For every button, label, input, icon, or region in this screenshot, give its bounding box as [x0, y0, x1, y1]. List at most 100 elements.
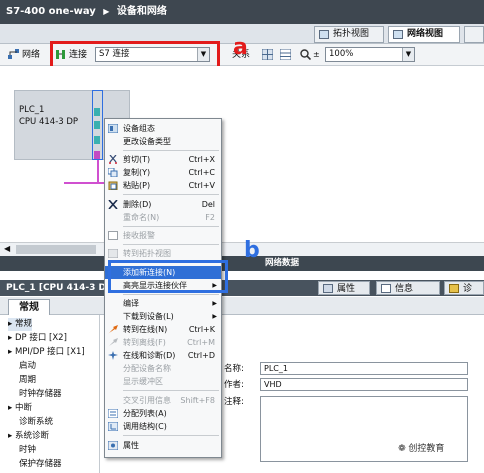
- nav-arrow-icon: ▸: [8, 333, 15, 343]
- nav-item-protection-memory[interactable]: 保护存储器: [8, 458, 62, 471]
- tab-network-view[interactable]: 网络视图: [388, 26, 460, 43]
- property-nav: ▸ 常规 ▸ DP 接口 [X2] ▸ MPI/DP 接口 [X1] 启动 周期…: [0, 315, 100, 473]
- menu-item-go-online[interactable]: 转到在线(N) Ctrl+K: [105, 323, 221, 336]
- breadcrumb-devices-networks: 设备和网络: [116, 6, 167, 17]
- checkbox-icon: [108, 231, 118, 240]
- tab-properties-label: 属性: [337, 284, 356, 294]
- menu-item-delete[interactable]: 删除(D) Del: [105, 198, 221, 211]
- menu-separator: [123, 390, 219, 391]
- annotation-label-a: a: [233, 35, 248, 60]
- table-icon[interactable]: [280, 49, 291, 60]
- mpi-drop-line: [97, 160, 99, 184]
- menu-item-assign-device-name[interactable]: 分配设备名称: [105, 362, 221, 375]
- zoom-step-icon[interactable]: ±: [313, 48, 320, 62]
- nav-arrow-icon: ▸: [8, 431, 15, 441]
- menu-separator: [123, 150, 219, 151]
- nav-item-general[interactable]: ▸ 常规: [8, 318, 32, 331]
- menu-item-compile[interactable]: 编译 ▶: [105, 297, 221, 310]
- nav-item-interrupts[interactable]: ▸ 中断: [8, 402, 32, 415]
- nav-item-mpi-dp-interface[interactable]: ▸ MPI/DP 接口 [X1]: [8, 346, 85, 359]
- network-view-icon: [393, 30, 403, 39]
- author-field[interactable]: VHD: [260, 378, 468, 391]
- menu-item-rename[interactable]: 重命名(N) F2: [105, 211, 221, 224]
- menu-item-show-buffer[interactable]: 显示缓冲区: [105, 375, 221, 388]
- diagnostics-icon: [449, 284, 459, 293]
- nav-item-startup[interactable]: 启动: [8, 360, 36, 373]
- mpi-port[interactable]: [94, 151, 100, 159]
- menu-separator: [123, 294, 219, 295]
- menu-item-download-to-device[interactable]: 下载到设备(L) ▶: [105, 310, 221, 323]
- scroll-left-icon[interactable]: ◀: [4, 244, 10, 253]
- network-button[interactable]: 网络: [22, 48, 40, 62]
- menu-separator: [123, 194, 219, 195]
- menu-item-receive-alarms[interactable]: 接收报警: [105, 229, 221, 242]
- menu-item-cross-reference[interactable]: 交叉引用信息 Shift+F8: [105, 394, 221, 407]
- tab-diagnostics[interactable]: 诊断: [444, 281, 484, 308]
- title-bar: S7-400 one-way ▶ 设备和网络: [0, 0, 484, 24]
- breadcrumb-separator-icon: ▶: [103, 7, 110, 16]
- nav-item-system-diagnostics[interactable]: ▸ 系统诊断: [8, 430, 49, 443]
- delete-icon: [108, 200, 118, 209]
- tab-device-view[interactable]: [464, 26, 484, 43]
- nav-item-cycle[interactable]: 周期: [8, 374, 36, 387]
- comment-label: 注释:: [224, 397, 244, 407]
- menu-item-copy[interactable]: 复制(Y) Ctrl+C: [105, 166, 221, 179]
- info-icon: [381, 284, 391, 293]
- submenu-arrow-icon: ▶: [212, 300, 217, 307]
- author-label: 作者:: [224, 380, 244, 390]
- properties-title: PLC_1 [CPU 414-3 D: [6, 283, 106, 293]
- tab-network-label: 网络视图: [407, 29, 444, 39]
- menu-separator: [123, 435, 219, 436]
- network-data-bar[interactable]: 网络数据: [0, 256, 484, 271]
- plc-name: PLC_1: [19, 105, 45, 115]
- list-icon: [108, 409, 118, 418]
- zoom-icon[interactable]: [300, 49, 311, 60]
- menu-item-go-offline[interactable]: 转到离线(F) Ctrl+M: [105, 336, 221, 349]
- watermark-logo-icon: ❁: [398, 444, 409, 454]
- subtab-bar: 常规: [0, 297, 484, 315]
- menu-item-call-structure[interactable]: 调用结构(C): [105, 420, 221, 433]
- project-title: S7-400 one-way: [6, 6, 96, 17]
- scissors-icon: [109, 155, 117, 164]
- watermark: ❁ 创控教育: [398, 441, 444, 454]
- nav-item-clock-memory[interactable]: 时钟存储器: [8, 388, 62, 401]
- plc-port-2[interactable]: [94, 121, 100, 129]
- nav-item-diagnostic-system[interactable]: 诊断系统: [8, 416, 53, 429]
- menu-item-assignment-list[interactable]: 分配列表(A): [105, 407, 221, 420]
- zoom-select[interactable]: 100% ▼: [325, 47, 415, 62]
- chevron-down-icon[interactable]: ▼: [402, 48, 414, 61]
- name-field[interactable]: PLC_1: [260, 362, 468, 375]
- network-canvas[interactable]: PLC_1 CPU 414-3 DP: [0, 66, 484, 242]
- plc-port-1[interactable]: [94, 108, 100, 116]
- menu-item-cut[interactable]: 剪切(T) Ctrl+X: [105, 153, 221, 166]
- properties-icon: [323, 284, 333, 293]
- menu-item-properties[interactable]: 属性: [105, 439, 221, 452]
- tab-properties[interactable]: 属性: [318, 281, 370, 295]
- menu-item-device-config[interactable]: 设备组态: [105, 122, 221, 135]
- horizontal-scrollbar[interactable]: ◀: [0, 242, 484, 256]
- go-online-icon: [108, 325, 118, 334]
- annotation-label-b: b: [244, 238, 260, 263]
- plc-port-3[interactable]: [94, 136, 100, 144]
- nav-item-dp-interface[interactable]: ▸ DP 接口 [X2]: [8, 332, 67, 345]
- tab-general[interactable]: 常规: [8, 299, 50, 315]
- tab-info-label: 信息: [395, 284, 414, 294]
- network-icon[interactable]: [8, 49, 19, 60]
- menu-item-paste[interactable]: 粘贴(P) Ctrl+V: [105, 179, 221, 192]
- paste-icon: [108, 181, 118, 190]
- submenu-arrow-icon: ▶: [212, 313, 217, 320]
- menu-item-change-device-type[interactable]: 更改设备类型: [105, 135, 221, 148]
- tab-topology-view[interactable]: 拓扑视图: [314, 26, 384, 43]
- nav-item-clock[interactable]: 时钟: [8, 444, 36, 457]
- diagnostics-icon: [108, 351, 118, 360]
- scroll-thumb[interactable]: [16, 245, 96, 254]
- tab-info[interactable]: 信息: [376, 281, 440, 295]
- nav-arrow-icon: ▸: [8, 347, 15, 357]
- grid-icon[interactable]: [262, 49, 273, 60]
- annotation-box-b: [108, 260, 228, 293]
- menu-item-go-to-topology[interactable]: 转到拓扑视图: [105, 247, 221, 260]
- menu-item-online-diagnostics[interactable]: 在线和诊断(D) Ctrl+D: [105, 349, 221, 362]
- menu-separator: [123, 244, 219, 245]
- topology-icon: [108, 249, 118, 258]
- plc-type: CPU 414-3 DP: [19, 117, 79, 127]
